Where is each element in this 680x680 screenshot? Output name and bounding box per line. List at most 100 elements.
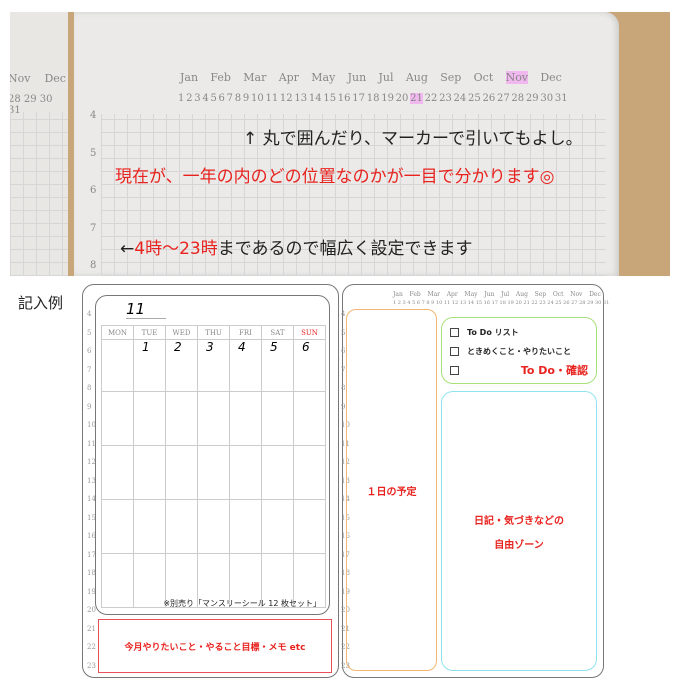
date-cell: 4 — [229, 339, 262, 392]
day: 21 — [410, 93, 423, 104]
todo-box: To Do リスト ときめくこと・やりたいこと To Do・確認 — [441, 317, 597, 384]
date-cell — [165, 391, 198, 446]
date-cell — [261, 391, 294, 446]
date-cell — [133, 445, 166, 500]
right-page: Jan Feb Mar Apr May Jun Jul Aug Sep Oct Nov Dec 123… — [74, 12, 619, 276]
memo-text: 今月やりたいこと・やること目標・メモ etc — [124, 642, 306, 653]
day: 16 — [337, 93, 351, 104]
date-cell — [293, 445, 326, 500]
hour-label: 5 — [341, 328, 346, 337]
hour-label: 6 — [341, 347, 346, 355]
note-marker: ↑ 丸で囲んだり、マーカーで引いてもよし。 — [243, 129, 583, 149]
month: Jun — [347, 71, 367, 84]
hour-label: 6 — [87, 347, 92, 355]
day: 22 — [424, 93, 438, 104]
month: Jun — [484, 291, 495, 298]
day: 6 — [218, 93, 225, 104]
day: 13 — [294, 93, 308, 104]
date-cell: 1 — [133, 339, 166, 392]
month: Oct — [473, 71, 494, 84]
todo-label: To Do・確認 — [520, 364, 588, 377]
hour-label: 5 — [90, 147, 97, 159]
week-row — [101, 391, 326, 446]
month: Mar — [243, 71, 267, 84]
day: 27 — [496, 93, 510, 104]
month: Aug — [405, 71, 428, 84]
date-cell — [229, 445, 262, 500]
weekday: MON — [101, 325, 134, 340]
diary-text: 日記・気づきなどの — [474, 515, 564, 527]
arrow: ← — [120, 239, 135, 259]
memo-box: 今月やりたいこと・やること目標・メモ etc — [98, 619, 332, 673]
month: Aug — [515, 291, 528, 298]
day: 8 — [234, 93, 242, 104]
month: Apr — [446, 291, 458, 298]
date-cell — [101, 445, 134, 500]
month: Dec — [540, 71, 562, 84]
month: Jul — [501, 291, 510, 298]
day: 1 — [178, 93, 185, 104]
day: 23 — [439, 93, 452, 104]
day: 2 — [186, 93, 193, 104]
hour-label: 9 — [341, 402, 346, 411]
day: 14 — [308, 93, 322, 104]
calendar-grid: MON TUE WED THU FRI SAT SUN 1 2 3 4 5 6 — [101, 325, 326, 608]
weekday: TUE — [133, 325, 166, 340]
week-row — [101, 499, 326, 554]
hour-label: 20 — [87, 606, 96, 614]
month: Jan — [393, 291, 403, 298]
month: May — [311, 71, 336, 84]
day: 10 — [250, 93, 264, 104]
checkbox[interactable] — [450, 366, 459, 375]
hour-label: 7 — [90, 222, 97, 234]
hour-label: 8 — [90, 260, 97, 271]
day: 26 — [482, 93, 496, 104]
diary-text: 自由ゾーン — [494, 539, 544, 551]
hour-label: 4 — [90, 110, 97, 121]
sticker-note: ※別売り「マンスリーシール 12 枚セット」 — [163, 599, 321, 608]
day: 4 — [202, 93, 209, 104]
day: 12 — [279, 93, 293, 104]
date-cell: 2 — [165, 339, 198, 392]
day: 18 — [366, 93, 380, 104]
weekday: THU — [197, 325, 230, 340]
hour-label: 8 — [87, 384, 92, 392]
day: 31 — [554, 93, 568, 104]
todo-text: To Do リスト — [467, 328, 519, 337]
weekday: WED — [165, 325, 198, 340]
date-cell — [101, 499, 134, 554]
hour-label: 4 — [341, 310, 346, 318]
right-page: Jan Feb Mar Apr May Jun Jul Aug Sep Oct Nov Dec 1 2… — [341, 284, 609, 678]
day: 20 — [395, 93, 409, 104]
hour-label: 7 — [341, 365, 346, 374]
example-label: 記入例 — [18, 294, 64, 312]
date-cell — [293, 499, 326, 554]
notebook-photo: Nov Dec 28 29 30 31 Jan Feb Mar Apr May Jun Jul… — [10, 12, 670, 276]
month: Jul — [378, 71, 394, 84]
date-cell — [229, 391, 262, 446]
month: Nov — [570, 291, 583, 298]
schedule-box: １日の予定 — [346, 309, 437, 671]
month: Apr — [278, 71, 299, 84]
date-cell — [197, 499, 230, 554]
checkbox[interactable] — [450, 328, 459, 337]
hour-label: 23 — [87, 661, 96, 670]
checkbox[interactable] — [450, 347, 459, 356]
hour-label: 9 — [87, 402, 92, 411]
day: 28 — [511, 93, 525, 104]
date-cell — [165, 499, 198, 554]
month: Feb — [409, 291, 421, 298]
date-cell — [261, 445, 294, 500]
schedule-label: １日の予定 — [366, 486, 417, 498]
day: 24 — [453, 93, 467, 104]
month: Oct — [552, 291, 564, 298]
hours-range: 4時〜23時 — [134, 239, 218, 259]
date-cell — [165, 445, 198, 500]
date-cell: 3 — [197, 339, 230, 392]
date-cell — [229, 499, 262, 554]
day: 3 — [194, 93, 201, 104]
hour-label: 5 — [87, 328, 92, 337]
diary-box: 日記・気づきなどの 自由ゾーン — [441, 391, 597, 671]
date-cell — [261, 499, 294, 554]
day: 30 — [540, 93, 554, 104]
